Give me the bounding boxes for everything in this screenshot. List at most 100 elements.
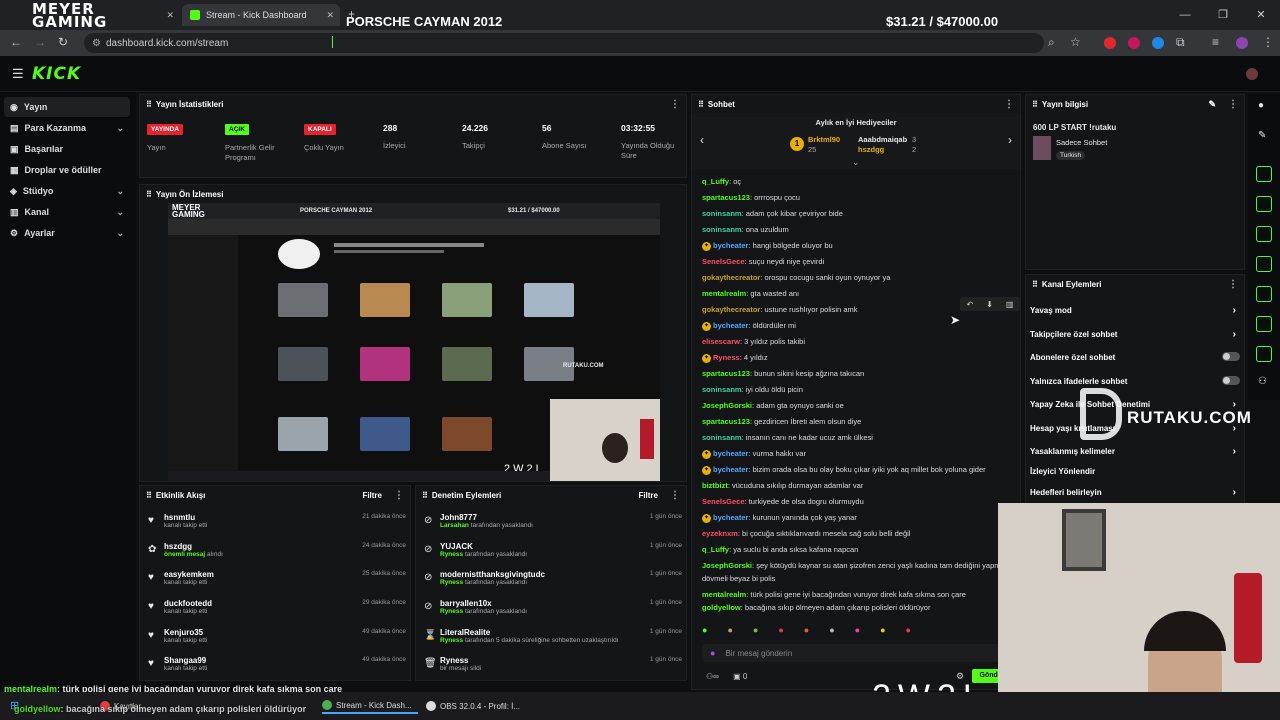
- emote-icon[interactable]: ●: [804, 625, 809, 637]
- extension-red-icon[interactable]: [1104, 37, 1116, 49]
- kebab-menu-icon[interactable]: ⋮: [1228, 279, 1238, 290]
- browser-tab-kick-dashboard[interactable]: Stream - Kick Dashboard ✕: [182, 4, 340, 26]
- moderation-username[interactable]: barryallen10x: [440, 599, 682, 608]
- mic-icon[interactable]: ●: [710, 648, 715, 658]
- rail-tool-icon[interactable]: [1256, 226, 1272, 242]
- gifter-name[interactable]: Brktml90: [808, 135, 840, 144]
- moderation-username[interactable]: YUJACK: [440, 542, 682, 551]
- hamburger-menu-icon[interactable]: ☰: [12, 66, 24, 82]
- channel-action-row[interactable]: Yasaklanmış kelimeler ›: [1030, 446, 1240, 457]
- tab-close-icon[interactable]: ✕: [326, 10, 334, 21]
- moderator-name[interactable]: Ryness: [440, 637, 463, 644]
- back-icon[interactable]: ←: [10, 35, 22, 49]
- kick-logo[interactable]: KICK: [32, 64, 81, 84]
- toggle-switch[interactable]: [1222, 352, 1240, 361]
- sidebar-item-para-kazanma[interactable]: ▤ Para Kazanma ⌄: [4, 118, 130, 138]
- chat-username[interactable]: bycheater: [713, 321, 748, 330]
- rail-tool-icon[interactable]: [1256, 286, 1272, 302]
- channel-action-row[interactable]: Yalnızca ifadelerle sohbet: [1030, 376, 1240, 386]
- bookmark-star-icon[interactable]: ☆: [1070, 35, 1081, 49]
- chevron-right-icon[interactable]: ›: [1008, 133, 1012, 147]
- emote-icon[interactable]: ●: [906, 625, 911, 637]
- chat-username[interactable]: bycheater: [713, 513, 748, 522]
- emote-icon[interactable]: ●: [880, 625, 885, 637]
- stream-preview-video[interactable]: MEYER GAMING PORSCHE CAYMAN 2012 $31.21 …: [168, 203, 660, 481]
- kebab-menu-icon[interactable]: ⋮: [1228, 99, 1238, 110]
- taskbar-item[interactable]: Stream - Kick Dash...: [322, 698, 418, 714]
- moderation-filter-button[interactable]: Filtre: [638, 491, 658, 500]
- drag-handle-icon[interactable]: ⠿: [1032, 280, 1038, 289]
- chat-username[interactable]: biztbizt: [702, 481, 728, 490]
- sidebar-item-droplar[interactable]: ▦ Droplar ve ödüller: [4, 160, 130, 180]
- kebab-menu-icon[interactable]: ⋮: [670, 490, 680, 501]
- chat-username[interactable]: gokaythecreator: [702, 305, 760, 314]
- tab-search-icon[interactable]: ≡: [1212, 35, 1219, 49]
- emote-icon[interactable]: ●: [855, 625, 860, 637]
- user-avatar[interactable]: [1246, 68, 1258, 80]
- moderation-username[interactable]: modernistthanksgivingtudc: [440, 570, 682, 579]
- drag-handle-icon[interactable]: ⠿: [422, 491, 428, 500]
- gifter-name[interactable]: hszdgg: [858, 145, 884, 154]
- profile-avatar-icon[interactable]: [1236, 37, 1248, 49]
- rail-tool-icon[interactable]: [1256, 256, 1272, 272]
- kebab-menu-icon[interactable]: ⋮: [1004, 99, 1014, 110]
- drag-handle-icon[interactable]: ⠿: [146, 491, 152, 500]
- chat-username[interactable]: JosephGorski: [702, 401, 752, 410]
- share-icon[interactable]: ⚇: [1258, 376, 1267, 387]
- channel-action-row[interactable]: Hedefleri belirleyin ›: [1030, 487, 1240, 498]
- kebab-menu-icon[interactable]: ⋮: [670, 99, 680, 110]
- chat-input[interactable]: ● Bir mesaj gönderin: [702, 644, 1002, 662]
- chat-username[interactable]: q_Luffy: [702, 177, 729, 186]
- sidebar-item-kanal[interactable]: ▥ Kanal ⌄: [4, 202, 130, 222]
- chat-username[interactable]: Ryness: [713, 353, 740, 362]
- chevron-left-icon[interactable]: ‹: [700, 133, 704, 147]
- chat-username[interactable]: gokaythecreator: [702, 273, 760, 282]
- browser-menu-icon[interactable]: ⋮: [1262, 35, 1274, 49]
- expand-icon[interactable]: ⌄: [852, 157, 860, 168]
- zoom-icon[interactable]: ⌕: [1048, 35, 1055, 50]
- sidebar-item-basarilar[interactable]: ▣ Başarılar: [4, 139, 130, 159]
- chat-username[interactable]: soninsanm: [702, 225, 742, 234]
- rail-tool-icon[interactable]: [1256, 166, 1272, 182]
- kebab-menu-icon[interactable]: ⋮: [394, 490, 404, 501]
- moderator-name[interactable]: Ryness: [440, 579, 463, 586]
- extension-blue-icon[interactable]: [1152, 37, 1164, 49]
- moderator-name[interactable]: Larsahan: [440, 522, 469, 529]
- sidebar-item-yayin[interactable]: ◉ Yayın: [4, 97, 130, 117]
- chat-username[interactable]: mentalrealm: [702, 590, 746, 599]
- chat-username[interactable]: bycheater: [713, 449, 748, 458]
- emote-icon[interactable]: ●: [702, 625, 707, 637]
- delete-icon[interactable]: ▥: [1006, 300, 1014, 309]
- moderation-username[interactable]: LiteralRealite: [440, 628, 682, 637]
- chat-username[interactable]: eyzeknxm: [702, 529, 738, 538]
- reload-icon[interactable]: ↻: [58, 35, 68, 49]
- channel-action-row[interactable]: Abonelere özel sohbet: [1030, 352, 1240, 362]
- chat-username[interactable]: spartacus123: [702, 193, 750, 202]
- extensions-puzzle-icon[interactable]: ⧉: [1176, 35, 1185, 50]
- drag-handle-icon[interactable]: ⠿: [146, 190, 152, 199]
- minimize-icon[interactable]: —: [1166, 0, 1204, 30]
- moderator-name[interactable]: Ryness: [440, 551, 463, 558]
- edit-icon[interactable]: ✎: [1208, 99, 1216, 110]
- rail-tool-icon[interactable]: [1256, 316, 1272, 332]
- moderation-username[interactable]: Ryness: [440, 656, 682, 665]
- activity-filter-button[interactable]: Filtre: [362, 491, 382, 500]
- close-window-icon[interactable]: ✕: [1242, 0, 1280, 30]
- sidebar-item-studyo[interactable]: ◈ Stüdyo ⌄: [4, 181, 130, 201]
- chat-username[interactable]: spartacus123: [702, 369, 750, 378]
- emote-icon[interactable]: ●: [778, 625, 783, 637]
- info-icon[interactable]: ●: [1258, 100, 1264, 111]
- chat-username[interactable]: spartacus123: [702, 417, 750, 426]
- chat-username[interactable]: SenelsGece: [702, 497, 745, 506]
- url-field[interactable]: ⚙ dashboard.kick.com/stream: [84, 33, 1044, 53]
- rail-tool-icon[interactable]: [1256, 196, 1272, 212]
- rail-tool-icon[interactable]: [1256, 346, 1272, 362]
- drag-handle-icon[interactable]: ⠿: [698, 100, 704, 109]
- channel-action-row[interactable]: Takipçilere özel sohbet ›: [1030, 329, 1240, 340]
- chat-username[interactable]: bycheater: [713, 465, 748, 474]
- tab-close-icon[interactable]: ✕: [166, 10, 174, 21]
- chat-username[interactable]: goldyellow: [702, 603, 741, 612]
- chat-username[interactable]: soninsanm: [702, 433, 742, 442]
- chat-username[interactable]: soninsanm: [702, 209, 742, 218]
- sidebar-item-ayarlar[interactable]: ⚙ Ayarlar ⌄: [4, 223, 130, 243]
